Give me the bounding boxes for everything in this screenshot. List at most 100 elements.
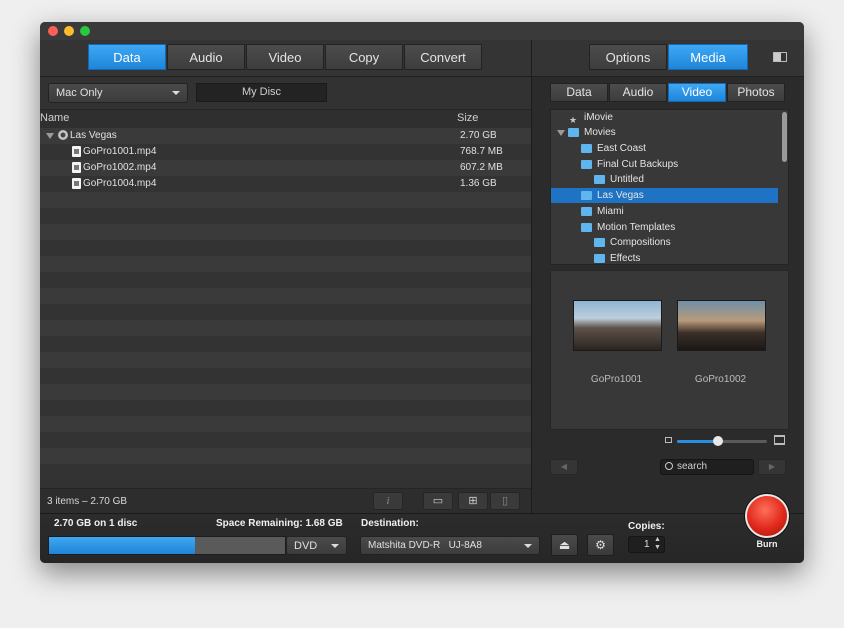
copies-value: 1 — [644, 539, 650, 550]
minimize-button[interactable] — [64, 26, 74, 36]
file-size: 1.36 GB — [460, 178, 497, 189]
disclosure-triangle-icon[interactable] — [46, 133, 54, 139]
tab-audio[interactable]: Audio — [167, 44, 245, 70]
slider-knob[interactable] — [713, 436, 723, 446]
name-column-header[interactable]: Name — [40, 112, 69, 124]
empty-row — [40, 352, 531, 368]
disc-icon — [58, 130, 68, 140]
search-placeholder: search — [677, 461, 708, 472]
empty-row — [40, 464, 531, 480]
stepper-arrows-icon[interactable]: ▲ ▼ — [654, 536, 661, 552]
video-thumbnail[interactable] — [573, 300, 662, 351]
previous-button[interactable]: ◀ — [550, 459, 578, 475]
video-file-icon — [72, 162, 81, 173]
folder-icon — [581, 223, 592, 232]
video-file-icon — [72, 178, 81, 189]
media-tab-photos[interactable]: Photos — [727, 83, 785, 102]
file-size: 768.7 MB — [460, 146, 503, 157]
folder-icon — [581, 144, 592, 153]
file-name: GoPro1004.mp4 — [83, 178, 157, 189]
forward-arrow-icon: ▶ — [768, 462, 776, 471]
search-icon — [665, 462, 673, 470]
empty-row — [40, 368, 531, 384]
tree-item-untitled[interactable]: Untitled — [551, 172, 778, 187]
slider-fill — [677, 440, 718, 443]
table-row[interactable]: GoPro1002.mp4 607.2 MB — [40, 160, 531, 176]
tree-item-miami[interactable]: Miami — [551, 204, 778, 219]
media-browser-pane: Data Audio Video Photos ★ iMovie Movies … — [532, 77, 804, 513]
media-tab-data[interactable]: Data — [550, 83, 608, 102]
disc-type-value: DVD — [294, 540, 318, 552]
disc-type-select[interactable]: DVD — [286, 536, 347, 555]
tab-options[interactable]: Options — [589, 44, 667, 70]
add-file-button[interactable]: ⊞ — [458, 492, 488, 510]
file-name: Las Vegas — [70, 130, 117, 141]
chevron-down-icon — [524, 544, 532, 548]
eject-button[interactable]: ⏏ — [551, 534, 578, 556]
large-thumbnail-icon — [774, 435, 785, 445]
destination-value: Matshita DVD-R UJ-8A8 — [368, 540, 482, 551]
media-type-tabs: Data Audio Video Photos — [550, 83, 786, 109]
disc-name-field[interactable]: My Disc — [196, 83, 327, 102]
filesystem-select-value: Mac Only — [56, 87, 103, 99]
tree-item-label: Miami — [597, 206, 624, 217]
tree-item-compositions[interactable]: Compositions — [551, 235, 778, 250]
file-name: GoPro1002.mp4 — [83, 162, 157, 173]
tab-copy[interactable]: Copy — [325, 44, 403, 70]
tree-item-las-vegas[interactable]: Las Vegas — [551, 188, 778, 203]
media-tab-video[interactable]: Video — [668, 83, 726, 102]
tree-scrollbar[interactable] — [782, 112, 787, 162]
table-row[interactable]: GoPro1004.mp4 1.36 GB — [40, 176, 531, 192]
empty-row — [40, 416, 531, 432]
capacity-progress-bar — [48, 536, 286, 555]
remove-button[interactable]: ▯ — [490, 492, 520, 510]
app-window: Data Audio Video Copy Convert Options Me… — [40, 22, 804, 563]
tree-item-effects[interactable]: Effects — [551, 251, 778, 264]
tree-item-label: Movies — [584, 127, 616, 138]
video-file-icon — [72, 146, 81, 157]
tree-item-label: East Coast — [597, 143, 646, 154]
search-field[interactable]: search — [660, 459, 754, 475]
tab-video[interactable]: Video — [246, 44, 324, 70]
filesystem-select[interactable]: Mac Only — [48, 83, 188, 103]
eject-icon: ⏏ — [558, 538, 571, 552]
thumbnail-size-slider[interactable] — [677, 436, 767, 446]
disclosure-triangle-icon[interactable] — [557, 130, 565, 136]
tree-item-east-coast[interactable]: East Coast — [551, 141, 778, 156]
burn-button[interactable] — [745, 494, 789, 538]
tree-item-label: Las Vegas — [597, 190, 644, 201]
tree-item-motion-templates[interactable]: Motion Templates — [551, 220, 778, 235]
table-row[interactable]: Las Vegas 2.70 GB — [40, 128, 531, 144]
empty-row — [40, 272, 531, 288]
file-list: Las Vegas 2.70 GB GoPro1001.mp4 768.7 MB… — [40, 128, 531, 488]
remove-icon: ▯ — [501, 495, 509, 507]
empty-row — [40, 304, 531, 320]
info-button[interactable]: i — [373, 492, 403, 510]
new-folder-button[interactable]: ▭ — [423, 492, 453, 510]
next-button[interactable]: ▶ — [758, 459, 786, 475]
settings-button[interactable]: ⚙ — [587, 534, 614, 556]
tree-item-movies[interactable]: Movies — [551, 125, 778, 140]
size-column-header[interactable]: Size — [457, 112, 478, 124]
tree-item-final-cut-backups[interactable]: Final Cut Backups — [551, 157, 778, 172]
tab-media[interactable]: Media — [668, 44, 748, 70]
empty-row — [40, 224, 531, 240]
video-thumbnail[interactable] — [677, 300, 766, 351]
copies-stepper[interactable]: 1 ▲ ▼ — [628, 536, 665, 553]
destination-select[interactable]: Matshita DVD-R UJ-8A8 — [360, 536, 540, 555]
hide-panel-icon[interactable] — [773, 52, 787, 62]
empty-row — [40, 256, 531, 272]
destination-label: Destination: — [361, 518, 419, 529]
media-tab-audio[interactable]: Audio — [609, 83, 667, 102]
empty-row — [40, 320, 531, 336]
tree-item-label: iMovie — [584, 112, 613, 123]
column-header: Name Size — [40, 109, 531, 129]
file-name: GoPro1001.mp4 — [83, 146, 157, 157]
tree-item-imovie[interactable]: ★ iMovie — [551, 110, 778, 125]
close-button[interactable] — [48, 26, 58, 36]
zoom-button[interactable] — [80, 26, 90, 36]
tab-convert[interactable]: Convert — [404, 44, 482, 70]
folder-icon — [568, 128, 579, 137]
tab-data[interactable]: Data — [88, 44, 166, 70]
table-row[interactable]: GoPro1001.mp4 768.7 MB — [40, 144, 531, 160]
